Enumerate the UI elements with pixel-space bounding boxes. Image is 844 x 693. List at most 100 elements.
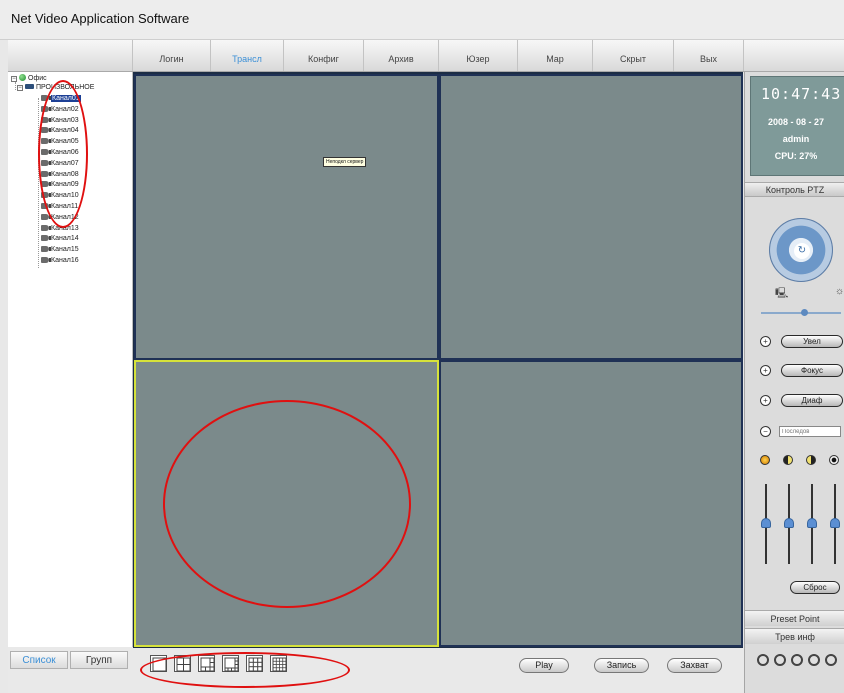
- camera-icon: [41, 224, 51, 231]
- speed-slider-knob[interactable]: [801, 309, 808, 316]
- tree-channel[interactable]: Канал07: [41, 159, 79, 168]
- saturation-slider[interactable]: [807, 484, 817, 564]
- tree-channel[interactable]: Канал14: [41, 235, 79, 243]
- camera-icon: [41, 95, 51, 101]
- tree-channel[interactable]: Канал11: [41, 203, 78, 211]
- tree-channel[interactable]: Канал04: [41, 127, 79, 135]
- preset-go-icon[interactable]: −: [760, 426, 771, 437]
- alarm-info-header[interactable]: Трев инф: [745, 628, 844, 644]
- tree-group[interactable]: − ПРОИЗВОЛЬНОЕ: [17, 84, 94, 92]
- iris-minus-icon[interactable]: +: [760, 395, 771, 406]
- alarm-indicator-icon[interactable]: [774, 654, 786, 666]
- focus-minus-icon[interactable]: +: [760, 365, 771, 376]
- slider-knob[interactable]: [761, 518, 771, 528]
- menu-user[interactable]: Юзер: [438, 40, 517, 71]
- video-pane-4[interactable]: [439, 360, 743, 647]
- camera-icon: [41, 149, 51, 155]
- device-tree-panel: − Офис − ПРОИЗВОЛЬНОЕ Канал01 Канал02 Канал0…: [8, 72, 133, 647]
- alarm-indicator-icon[interactable]: [757, 654, 769, 666]
- slider-knob[interactable]: [830, 518, 840, 528]
- tree-channel[interactable]: Канал12: [41, 213, 79, 222]
- window-title: Net Video Application Software: [11, 11, 190, 26]
- menu-config[interactable]: Конфиг: [283, 40, 363, 71]
- zoom-minus-icon[interactable]: +: [760, 336, 771, 347]
- menu-archive[interactable]: Архив: [363, 40, 438, 71]
- collapse-icon[interactable]: −: [11, 76, 17, 82]
- title-bar: Net Video Application Software: [0, 0, 844, 40]
- camera-icon: [41, 257, 51, 263]
- tree-root[interactable]: − Офис: [11, 74, 47, 83]
- layout-1plus7-icon: [224, 657, 239, 672]
- tree-channel[interactable]: Канал05: [41, 138, 79, 146]
- tab-list[interactable]: Список: [10, 651, 68, 669]
- hue-slider[interactable]: [830, 484, 840, 564]
- tree-channel[interactable]: Канал08: [41, 170, 79, 179]
- layout-4x4-button[interactable]: [270, 655, 287, 672]
- alarm-indicator-icon[interactable]: [791, 654, 803, 666]
- tree-channel[interactable]: Канал01: [41, 95, 81, 103]
- camera-icon: [41, 138, 51, 145]
- menu-exit[interactable]: Вых: [673, 40, 744, 71]
- video-pane-1[interactable]: [134, 74, 439, 360]
- tree-channel[interactable]: Канал10: [41, 192, 79, 200]
- video-pane-3[interactable]: [134, 360, 439, 647]
- layout-3x3-button[interactable]: [246, 655, 263, 672]
- menu-hide[interactable]: Скрыт: [592, 40, 673, 71]
- tree-channel[interactable]: Канал06: [41, 149, 79, 157]
- cpu-display: CPU: 27%: [774, 151, 818, 161]
- clock: 10:47:43: [761, 85, 842, 103]
- focus-button[interactable]: Фокус: [781, 364, 843, 377]
- tree-channel[interactable]: Канал16: [41, 257, 79, 265]
- camera-icon: [41, 235, 51, 242]
- capture-button[interactable]: Захват: [667, 658, 722, 673]
- brightness-icon: ☼: [835, 286, 844, 297]
- tree-channel[interactable]: Канал02: [41, 105, 79, 114]
- tree-channel[interactable]: Канал03: [41, 116, 79, 125]
- iris-button[interactable]: Диаф: [781, 394, 843, 407]
- menu-live[interactable]: Трансл: [210, 40, 283, 71]
- slider-knob[interactable]: [807, 518, 817, 528]
- speed-slider[interactable]: [761, 309, 841, 316]
- play-button[interactable]: Play: [519, 658, 569, 673]
- layout-1plus5-button[interactable]: [198, 655, 215, 672]
- device-group-icon: [25, 84, 34, 89]
- brightness-dot-icon[interactable]: [760, 455, 770, 465]
- brightness-slider[interactable]: [761, 484, 771, 564]
- left-tabs: Список Групп: [8, 647, 133, 693]
- record-button[interactable]: Запись: [594, 658, 649, 673]
- camera-icon: [41, 127, 51, 134]
- layout-1plus7-button[interactable]: [222, 655, 239, 672]
- preset-point-header[interactable]: Preset Point: [745, 610, 844, 626]
- video-grid: [133, 72, 743, 648]
- video-pane-2[interactable]: [439, 74, 743, 360]
- saturation-dot-icon[interactable]: [806, 455, 816, 465]
- menu-login[interactable]: Логин: [132, 40, 210, 71]
- alarm-indicator-icon[interactable]: [808, 654, 820, 666]
- ptz-direction-wheel[interactable]: ↻: [769, 218, 833, 282]
- tree-channel[interactable]: Канал09: [41, 181, 79, 189]
- alarm-indicator-icon[interactable]: [825, 654, 837, 666]
- camera-icon: [41, 105, 51, 112]
- contrast-dot-icon[interactable]: [783, 455, 793, 465]
- tab-groups[interactable]: Групп: [70, 651, 128, 669]
- camera-icon: [41, 203, 51, 209]
- layout-1x1-button[interactable]: [150, 655, 167, 672]
- tree-channel[interactable]: Канал15: [41, 246, 79, 254]
- camera-icon: [41, 170, 51, 177]
- tree-guide: [15, 82, 16, 90]
- preset-input[interactable]: [779, 426, 841, 437]
- layout-2x2-icon: [176, 657, 191, 672]
- camera-icon: [41, 159, 51, 166]
- slider-knob[interactable]: [784, 518, 794, 528]
- contrast-slider[interactable]: [784, 484, 794, 564]
- monitor-icon: 🖳: [775, 288, 789, 299]
- layout-4x4-icon: [272, 657, 287, 672]
- hue-dot-icon[interactable]: [829, 455, 839, 465]
- menu-map[interactable]: Мар: [517, 40, 592, 71]
- collapse-icon[interactable]: −: [17, 85, 23, 91]
- refresh-icon[interactable]: ↻: [794, 243, 810, 259]
- reset-button[interactable]: Сброс: [790, 581, 840, 594]
- zoom-button[interactable]: Увел: [781, 335, 843, 348]
- tree-channel[interactable]: Канал13: [41, 224, 79, 233]
- layout-2x2-button[interactable]: [174, 655, 191, 672]
